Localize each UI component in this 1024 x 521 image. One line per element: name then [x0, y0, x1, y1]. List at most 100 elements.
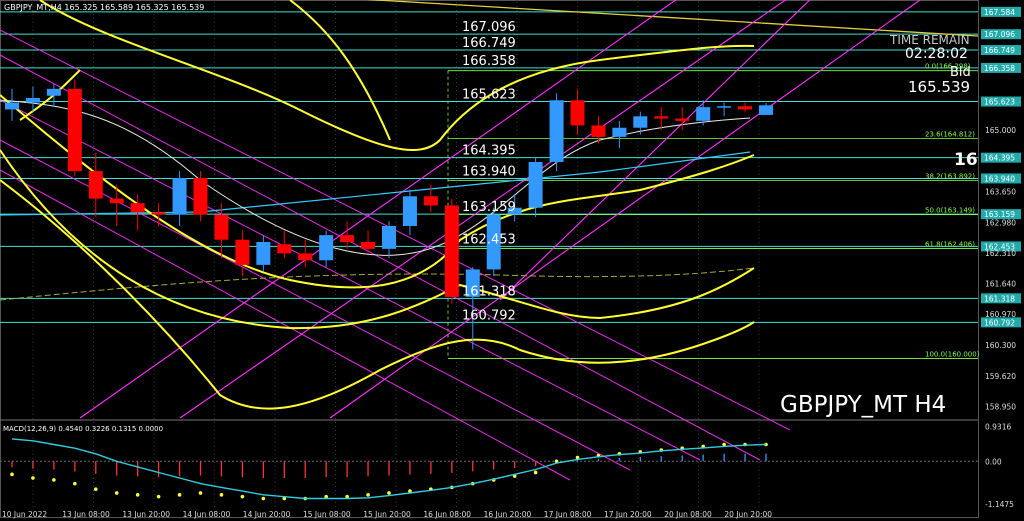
time-remain-label: TIME REMAIN	[889, 33, 970, 47]
price-tag-text: 165.623	[984, 98, 1015, 107]
channel-up	[79, 0, 677, 419]
macd-panel: MACD(12,26,9) 0.4540 0.3226 0.1315 0.000…	[0, 423, 1014, 509]
candle-body	[193, 178, 208, 215]
candle-body	[235, 239, 250, 265]
channel-down	[0, 99, 701, 461]
channel-up	[329, 0, 921, 419]
band-curve	[0, 149, 755, 330]
macd-tick: -1.1475	[985, 500, 1014, 509]
candle-body	[46, 88, 61, 96]
symbol-info: GBPJPY_MT,H4 165.325 165.589 165.325 165…	[4, 3, 204, 12]
price-tick: 159.620	[985, 372, 1016, 381]
candle-body	[675, 118, 690, 121]
fib-label: 38.2(163.892)	[925, 173, 975, 181]
price-tick: 162.980	[985, 218, 1016, 227]
macd-dot	[31, 476, 35, 480]
candle-body	[612, 127, 627, 137]
candle-body	[130, 203, 145, 213]
macd-dot	[156, 494, 161, 499]
ma-slow	[0, 267, 755, 301]
candle-body	[444, 205, 459, 297]
macd-dot	[198, 491, 203, 495]
level-label: 163.940	[462, 164, 516, 179]
fib-label: 50.0(163.149)	[925, 207, 975, 215]
level-label: 163.159	[462, 200, 516, 215]
time-label: 13 Jun 08:00	[62, 510, 110, 519]
time-remain-value: 02:28:02	[905, 46, 968, 62]
candle-body	[633, 116, 648, 128]
band-curve	[289, 0, 391, 141]
candle-body	[5, 102, 19, 110]
candle-body	[25, 98, 40, 103]
time-label: 20 Jun 08:00	[664, 510, 712, 519]
fib-label: 100.0(160.000)	[925, 351, 980, 359]
candle-body	[570, 100, 585, 126]
macd-dot	[73, 481, 77, 486]
level-label: 162.453	[462, 232, 516, 247]
candle-body	[172, 178, 187, 215]
macd-dot	[114, 491, 119, 495]
channel-up	[499, 0, 811, 301]
level-label: 160.792	[462, 308, 516, 323]
candle-body	[340, 235, 355, 242]
chart-window: 167.096 166.749 166.358 165.623 164.395 163.9…	[0, 0, 1024, 521]
price-tag-text: 160.792	[984, 318, 1015, 327]
candle-body	[109, 198, 124, 204]
time-label: 14 Jun 08:00	[183, 510, 231, 519]
candle-body	[528, 162, 543, 208]
candle-body	[759, 105, 773, 115]
level-label: 165.623	[462, 88, 516, 103]
bid-value: 165.539	[908, 78, 970, 96]
time-label: 10 Jun 2022	[2, 510, 47, 519]
price-tick: 162.310	[985, 249, 1016, 258]
time-label: 17 Jun 08:00	[544, 510, 592, 519]
candle-body	[717, 106, 732, 108]
macd-dot	[10, 472, 14, 477]
time-label: 17 Jun 20:00	[604, 510, 652, 519]
time-label: 14 Jun 20:00	[243, 510, 291, 519]
price-axis: 167.584 167.096 166.749 166.358 165.623 165.0…	[979, 0, 1024, 518]
band-curves	[0, 0, 755, 410]
level-label: 166.749	[462, 36, 516, 51]
candle-body	[549, 100, 564, 162]
candle-body	[423, 196, 438, 206]
price-chart: 167.096166.749166.358165.623164.395163.9…	[0, 0, 1024, 519]
time-label: 16 Jun 20:00	[484, 510, 532, 519]
macd-dot	[52, 478, 56, 482]
macd-dot	[135, 493, 140, 497]
candle-body	[151, 212, 166, 215]
candle-body	[67, 88, 82, 172]
candle-body	[298, 253, 313, 261]
price-tick: 165.000	[985, 126, 1016, 135]
macd-dot	[261, 496, 266, 501]
time-label: 15 Jun 20:00	[363, 510, 411, 519]
price-tick: 160.300	[985, 341, 1016, 350]
channel-down	[0, 169, 571, 481]
trend-line-top	[366, 0, 979, 37]
candle-body	[654, 116, 669, 119]
price-tick: 161.640	[985, 280, 1016, 289]
price-tick: 163.650	[985, 188, 1016, 197]
chart-watermark: GBPJPY_MT H4	[780, 392, 946, 418]
level-label: 166.358	[462, 54, 516, 69]
macd-dot	[533, 470, 538, 475]
candle-body	[382, 226, 396, 249]
price-tag-text: 164.395	[984, 154, 1015, 163]
price-tag-text: 163.940	[984, 174, 1015, 183]
price-tick: 158.950	[985, 403, 1016, 412]
time-label: 15 Jun 08:00	[303, 510, 351, 519]
candle-body	[214, 214, 229, 240]
macd-tick: 0.9316	[985, 423, 1011, 432]
macd-dot	[177, 493, 182, 497]
time-label: 13 Jun 20:00	[122, 510, 170, 519]
price-tag-text: 166.749	[984, 46, 1015, 55]
macd-dot	[387, 491, 391, 495]
candle-body	[696, 107, 711, 121]
current-price-cut: 16	[954, 150, 978, 170]
fib-label: 23.6(164.812)	[925, 131, 975, 139]
time-label: 16 Jun 08:00	[423, 510, 471, 519]
price-tag-text: 167.584	[984, 8, 1015, 17]
candle-body	[738, 106, 753, 110]
level-label: 167.096	[462, 20, 516, 35]
level-label: 161.318	[462, 284, 516, 299]
